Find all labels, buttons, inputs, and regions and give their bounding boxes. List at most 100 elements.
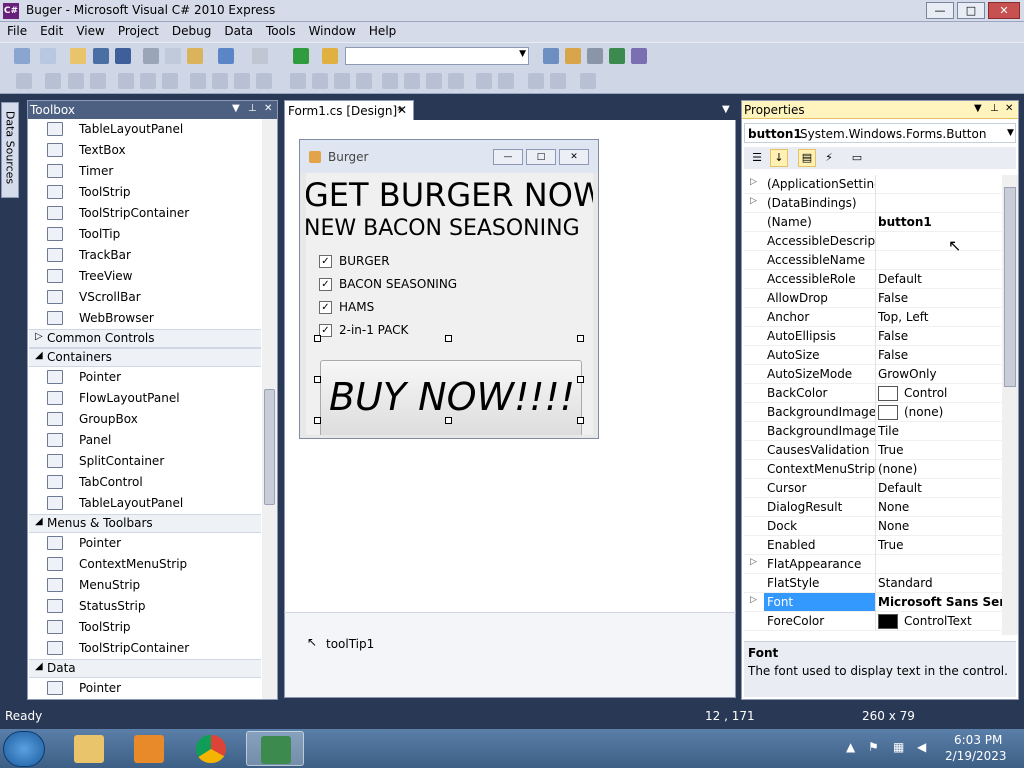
toolbox-item[interactable]: Pointer bbox=[29, 367, 261, 388]
expand-arrow-icon[interactable]: ▷ bbox=[750, 595, 757, 605]
close-button[interactable]: ✕ bbox=[988, 2, 1020, 19]
checkbox-2in1-pack[interactable]: ✓ 2-in-1 PACK bbox=[319, 322, 519, 340]
chevron-down-icon[interactable]: ▼ bbox=[974, 103, 982, 114]
toolbox-group[interactable]: ◢ Containers bbox=[29, 348, 261, 367]
menu-debug[interactable]: Debug bbox=[165, 22, 217, 42]
property-value[interactable]: Standard bbox=[878, 576, 1002, 590]
redo-icon[interactable] bbox=[252, 48, 268, 64]
tab-order-icon[interactable] bbox=[580, 73, 596, 89]
undo-icon[interactable] bbox=[218, 48, 234, 64]
decrease-vertical-spacing-icon[interactable] bbox=[426, 73, 442, 89]
property-row[interactable]: BackColor Control bbox=[744, 384, 1002, 403]
center-horizontally-icon[interactable] bbox=[476, 73, 492, 89]
checkbox-bacon-seasoning[interactable]: ✓ BACON SEASONING bbox=[319, 276, 519, 294]
toolbox-toolbar-icon[interactable] bbox=[631, 48, 647, 64]
properties-window-icon[interactable] bbox=[587, 48, 603, 64]
toolbox-item[interactable]: Timer bbox=[29, 161, 261, 182]
property-row[interactable]: ▷ FlatAppearance bbox=[744, 555, 1002, 574]
property-row[interactable]: Cursor Default bbox=[744, 479, 1002, 498]
column-divider[interactable] bbox=[875, 308, 876, 327]
property-pages-icon[interactable]: ▭ bbox=[848, 149, 866, 167]
volume-icon[interactable]: ◀ bbox=[917, 740, 926, 754]
property-value[interactable]: None bbox=[878, 500, 1002, 514]
toolbox-group[interactable]: ◢ Menus & Toolbars bbox=[29, 514, 261, 533]
toolbox-item[interactable]: WebBrowser bbox=[29, 308, 261, 329]
property-row[interactable]: AllowDrop False bbox=[744, 289, 1002, 308]
property-grid-scrollbar[interactable] bbox=[1002, 175, 1018, 635]
resize-handle-ne[interactable] bbox=[577, 335, 584, 342]
collapse-arrow-icon[interactable]: ◢ bbox=[35, 516, 43, 527]
design-form[interactable]: Burger — □ ✕ GET BURGER NOW NEW BACON SE… bbox=[299, 139, 599, 439]
property-row[interactable]: ForeColor ControlText bbox=[744, 612, 1002, 631]
property-value[interactable]: Control bbox=[904, 386, 1002, 400]
make-same-height-icon[interactable] bbox=[234, 73, 250, 89]
scrollbar-thumb[interactable] bbox=[1004, 187, 1016, 387]
property-value[interactable]: False bbox=[878, 329, 1002, 343]
property-value[interactable]: True bbox=[878, 538, 1002, 552]
property-value[interactable]: Default bbox=[878, 272, 1002, 286]
headline-label[interactable]: GET BURGER NOW bbox=[306, 176, 593, 214]
property-value[interactable]: ControlText bbox=[904, 614, 1002, 628]
subheadline-label[interactable]: NEW BACON SEASONING bbox=[306, 216, 580, 241]
column-divider[interactable] bbox=[875, 612, 876, 631]
chevron-down-icon[interactable]: ▼ bbox=[232, 103, 240, 114]
toolbox-item[interactable]: Pointer bbox=[29, 533, 261, 554]
column-divider[interactable] bbox=[875, 498, 876, 517]
column-divider[interactable] bbox=[875, 479, 876, 498]
column-divider[interactable] bbox=[875, 441, 876, 460]
object-browser-icon[interactable] bbox=[609, 48, 625, 64]
align-bottoms-icon[interactable] bbox=[162, 73, 178, 89]
align-tops-icon[interactable] bbox=[118, 73, 134, 89]
copy-icon[interactable] bbox=[165, 48, 181, 64]
toolbox-group[interactable]: ▷ Common Controls bbox=[29, 329, 261, 348]
close-icon[interactable]: ✕ bbox=[1005, 103, 1013, 114]
resize-handle-nw[interactable] bbox=[314, 335, 321, 342]
column-divider[interactable] bbox=[875, 460, 876, 479]
tab-form1-design[interactable]: Form1.cs [Design]* ✕ bbox=[284, 100, 414, 120]
column-divider[interactable] bbox=[875, 232, 876, 251]
toolbox-item[interactable]: ContextMenuStrip bbox=[29, 554, 261, 575]
properties-view-icon[interactable]: ▤ bbox=[798, 149, 816, 167]
collapse-arrow-icon[interactable]: ◢ bbox=[35, 350, 43, 361]
alphabetical-icon[interactable]: ↓ bbox=[770, 149, 788, 167]
property-value[interactable]: Default bbox=[878, 481, 1002, 495]
column-divider[interactable] bbox=[875, 422, 876, 441]
solution-explorer-icon[interactable] bbox=[565, 48, 581, 64]
toolbox-group[interactable]: ◢ Data bbox=[29, 659, 261, 678]
decrease-spacing-icon[interactable] bbox=[334, 73, 350, 89]
data-sources-tab[interactable]: Data Sources bbox=[1, 102, 19, 198]
property-value[interactable]: False bbox=[878, 291, 1002, 305]
open-file-icon[interactable] bbox=[70, 48, 86, 64]
property-row[interactable]: Dock None bbox=[744, 517, 1002, 536]
toolbox-item[interactable]: SplitContainer bbox=[29, 451, 261, 472]
cut-icon[interactable] bbox=[143, 48, 159, 64]
toolbox-item[interactable]: ToolTip bbox=[29, 224, 261, 245]
property-row[interactable]: AccessibleRole Default bbox=[744, 270, 1002, 289]
property-row[interactable]: AutoEllipsis False bbox=[744, 327, 1002, 346]
menu-edit[interactable]: Edit bbox=[33, 22, 69, 42]
column-divider[interactable] bbox=[875, 270, 876, 289]
toolbox-item[interactable]: TreeView bbox=[29, 266, 261, 287]
tooltip-component[interactable]: ↖ toolTip1 bbox=[305, 635, 425, 655]
align-rights-icon[interactable] bbox=[90, 73, 106, 89]
checkbox-hams[interactable]: ✓ HAMS bbox=[319, 299, 519, 317]
column-divider[interactable] bbox=[875, 593, 876, 612]
remove-spacing-icon[interactable] bbox=[356, 73, 372, 89]
property-value[interactable]: GrowOnly bbox=[878, 367, 1002, 381]
toolbox-item[interactable]: StatusStrip bbox=[29, 596, 261, 617]
toolbox-scrollbar[interactable] bbox=[262, 119, 277, 699]
toolbox-item[interactable]: FlowLayoutPanel bbox=[29, 388, 261, 409]
column-divider[interactable] bbox=[875, 175, 876, 194]
find-in-files-icon[interactable] bbox=[543, 48, 559, 64]
align-centers-icon[interactable] bbox=[68, 73, 84, 89]
property-row[interactable]: (Name) button1 bbox=[744, 213, 1002, 232]
column-divider[interactable] bbox=[875, 251, 876, 270]
media-taskbar-button[interactable] bbox=[120, 731, 178, 766]
menu-window[interactable]: Window bbox=[302, 22, 362, 42]
explorer-taskbar-button[interactable] bbox=[60, 731, 118, 766]
property-row[interactable]: ▷ Font Microsoft Sans Ser bbox=[744, 593, 1002, 612]
make-same-width-icon[interactable] bbox=[190, 73, 206, 89]
designer-surface[interactable]: Burger — □ ✕ GET BURGER NOW NEW BACON SE… bbox=[284, 120, 736, 612]
property-row[interactable]: ▷ (ApplicationSettings bbox=[744, 175, 1002, 194]
menu-help[interactable]: Help bbox=[362, 22, 402, 42]
